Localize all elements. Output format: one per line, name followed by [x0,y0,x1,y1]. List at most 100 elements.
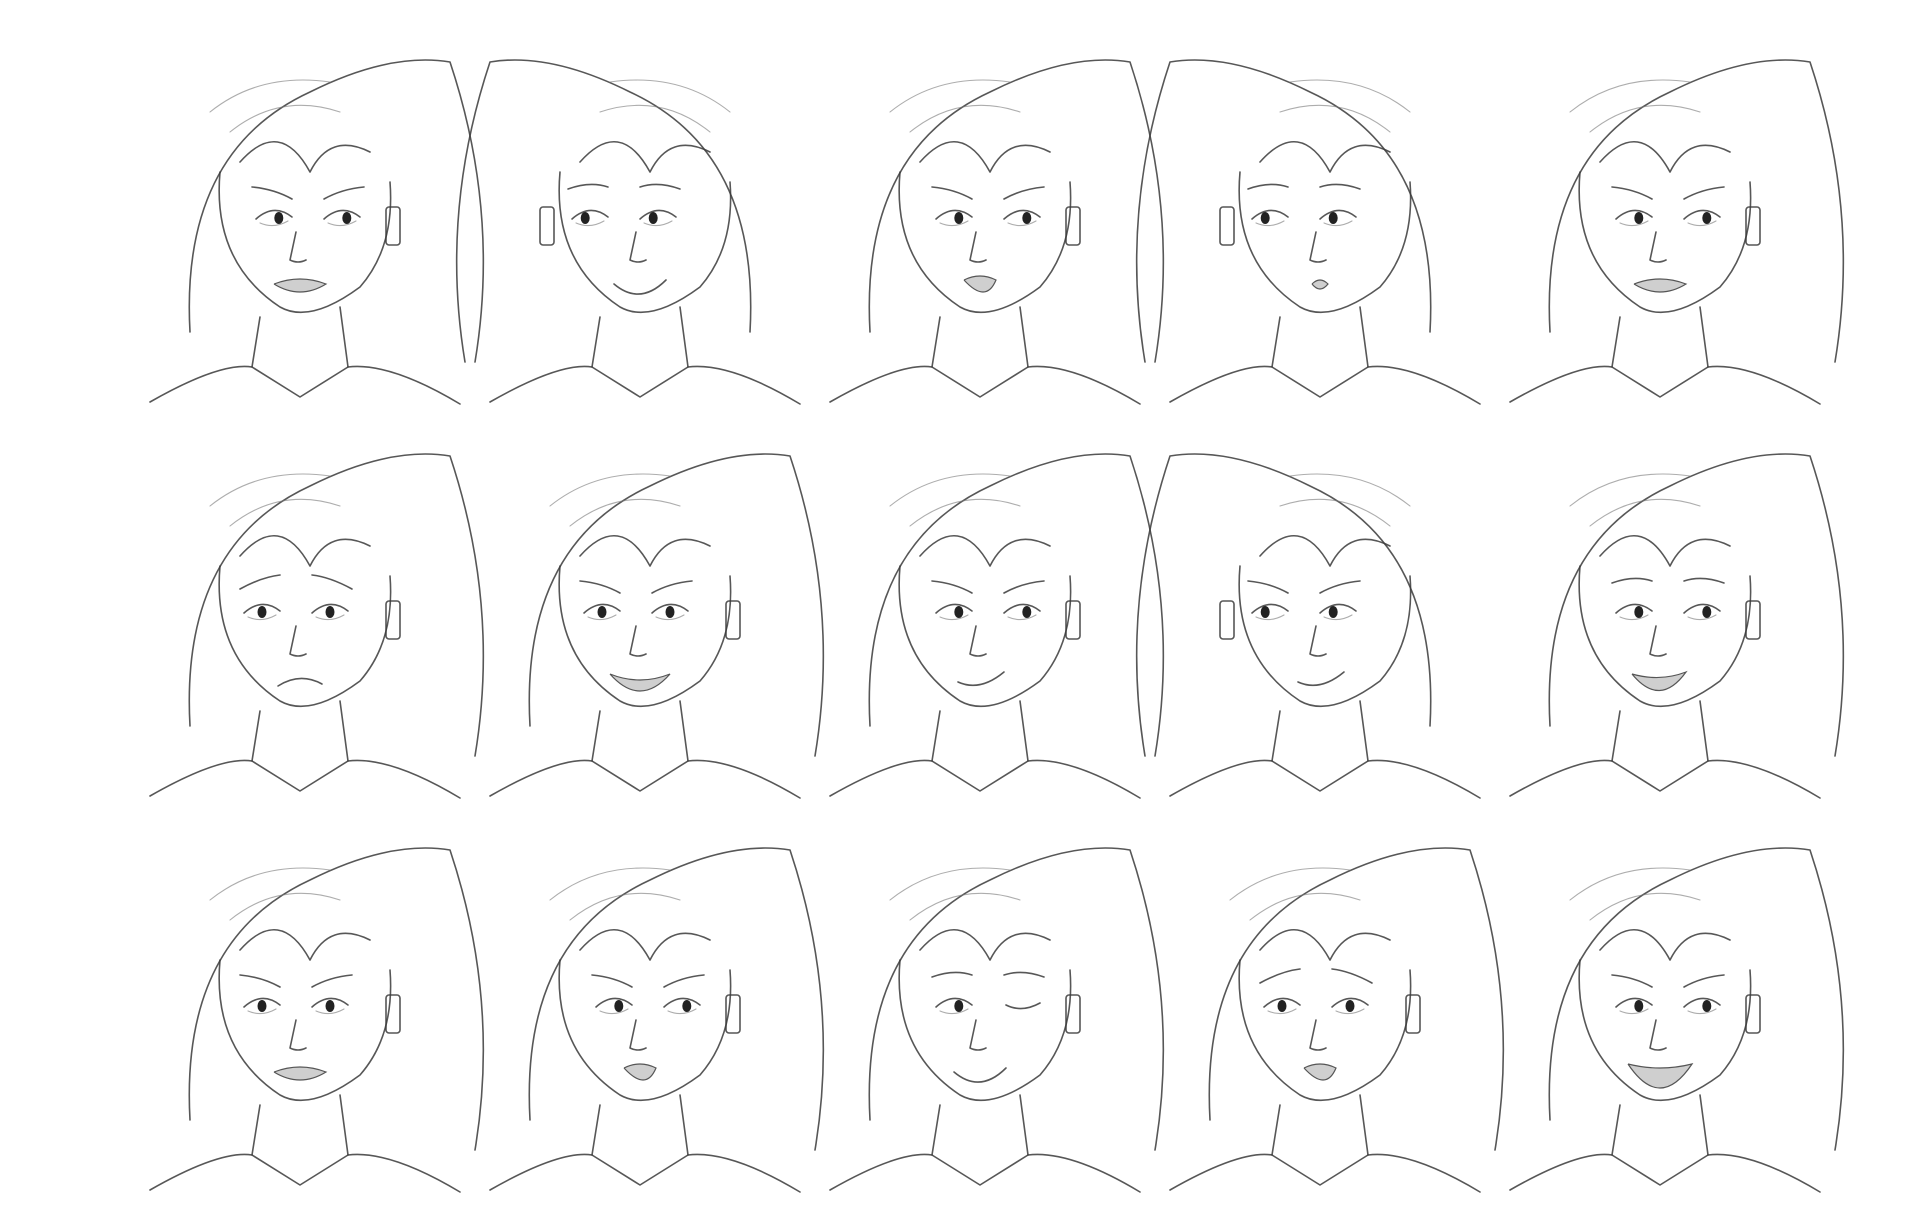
expression-sketch-cheerful-sneer [1490,424,1845,818]
left-eye-lid [1251,603,1289,614]
neck [1271,306,1369,368]
left-eye-lid [1615,603,1653,614]
collar [1169,1153,1481,1193]
left-eye-pupil [1277,1000,1287,1012]
hair-strand [1569,473,1691,507]
right-eyebrow [323,186,365,200]
right-eye-lower [1007,614,1037,621]
mouth [1631,670,1688,691]
nose [1309,1019,1327,1051]
hair-strand [609,79,731,113]
nose [969,231,987,263]
nose [629,1019,647,1051]
right-eye-lower [1323,614,1353,621]
right-eye-pupil [325,1000,335,1012]
bangs [239,534,371,567]
left-eye-pupil [954,1000,964,1012]
bangs [579,928,711,961]
hair-strand [909,498,1021,527]
right-eye-pupil [1328,606,1338,618]
right-eye-pupil [1702,1000,1712,1012]
left-eye-pupil [614,1000,624,1012]
left-eye-lid [935,603,973,614]
left-eye-lid [571,209,609,220]
right-eye-lower [327,220,357,227]
right-eye-lid [1003,603,1041,614]
right-eyebrow [311,574,353,590]
hair-strand [1589,104,1701,133]
sketch-drawing [829,59,1165,405]
expression-sketch-snarl [1490,30,1845,424]
collar [1509,365,1821,405]
left-eyebrow [1611,186,1653,200]
neck [1611,1094,1709,1156]
left-eye-pupil [1634,212,1644,224]
left-eye-lid [595,997,633,1008]
hair-strand [569,498,681,527]
right-eye-lid [323,209,361,220]
collar [149,365,461,405]
nose [629,231,647,263]
mouth [963,275,997,293]
neck [591,1094,689,1156]
expression-sketch-annoyed [130,30,485,424]
right-eye-pupil [1702,212,1712,224]
hair-strand [889,473,1011,507]
bangs [579,534,711,567]
right-eye-lid [639,209,677,220]
nose [1649,625,1667,657]
expression-sketch-sly [1135,424,1490,818]
left-eye-pupil [1634,1000,1644,1012]
collar [829,759,1141,799]
hair-strand [229,104,341,133]
mouth [623,1063,657,1081]
right-eye-pupil [325,606,335,618]
left-eye-lid [935,209,973,220]
right-eye-pupil [648,212,658,224]
left-eye-pupil [257,1000,267,1012]
neck [1611,700,1709,762]
bangs [1599,140,1731,173]
hair-strand [1569,867,1691,901]
face-outline [898,565,1072,708]
expression-sketch-furious [470,818,825,1212]
hair-strand [1289,79,1411,113]
sketch-drawing [829,453,1165,799]
hair-strand [1249,892,1361,921]
hair-strand [1569,79,1691,113]
neck [251,1094,349,1156]
right-eye-lower [1007,220,1037,227]
hair-strand [1589,892,1701,921]
nose [969,625,987,657]
left-eye-pupil [1260,212,1270,224]
expression-sketch-worried [130,424,485,818]
sketch-drawing [1509,453,1845,799]
nose [289,231,307,263]
collar [1169,759,1481,799]
sketch-drawing [455,59,801,405]
hair-outline [868,847,1165,1151]
right-eye-pupil [1702,606,1712,618]
right-eyebrow [1003,971,1045,978]
left-eye-pupil [274,212,284,224]
bangs [1259,534,1391,567]
collar [489,1153,801,1193]
left-eye-lower [1619,1008,1649,1015]
left-eyebrow [579,580,621,594]
mouth [1627,1063,1694,1089]
right-eye-pupil [1022,212,1032,224]
mouth [613,279,667,295]
left-eye-pupil [954,212,964,224]
left-eye-lower [939,1008,969,1015]
hair-strand [1279,498,1391,527]
right-eye-pupil [1328,212,1338,224]
left-eye-lower [1255,220,1285,227]
right-eyebrow [1683,186,1725,200]
hair-strand [1279,104,1391,133]
left-eye-lower [599,1008,629,1015]
right-eyebrow [1003,186,1045,200]
expression-sketch-scheming [810,424,1165,818]
hair-strand [209,867,331,901]
nose [1309,231,1327,263]
expression-sketch-sinister-grin [470,424,825,818]
